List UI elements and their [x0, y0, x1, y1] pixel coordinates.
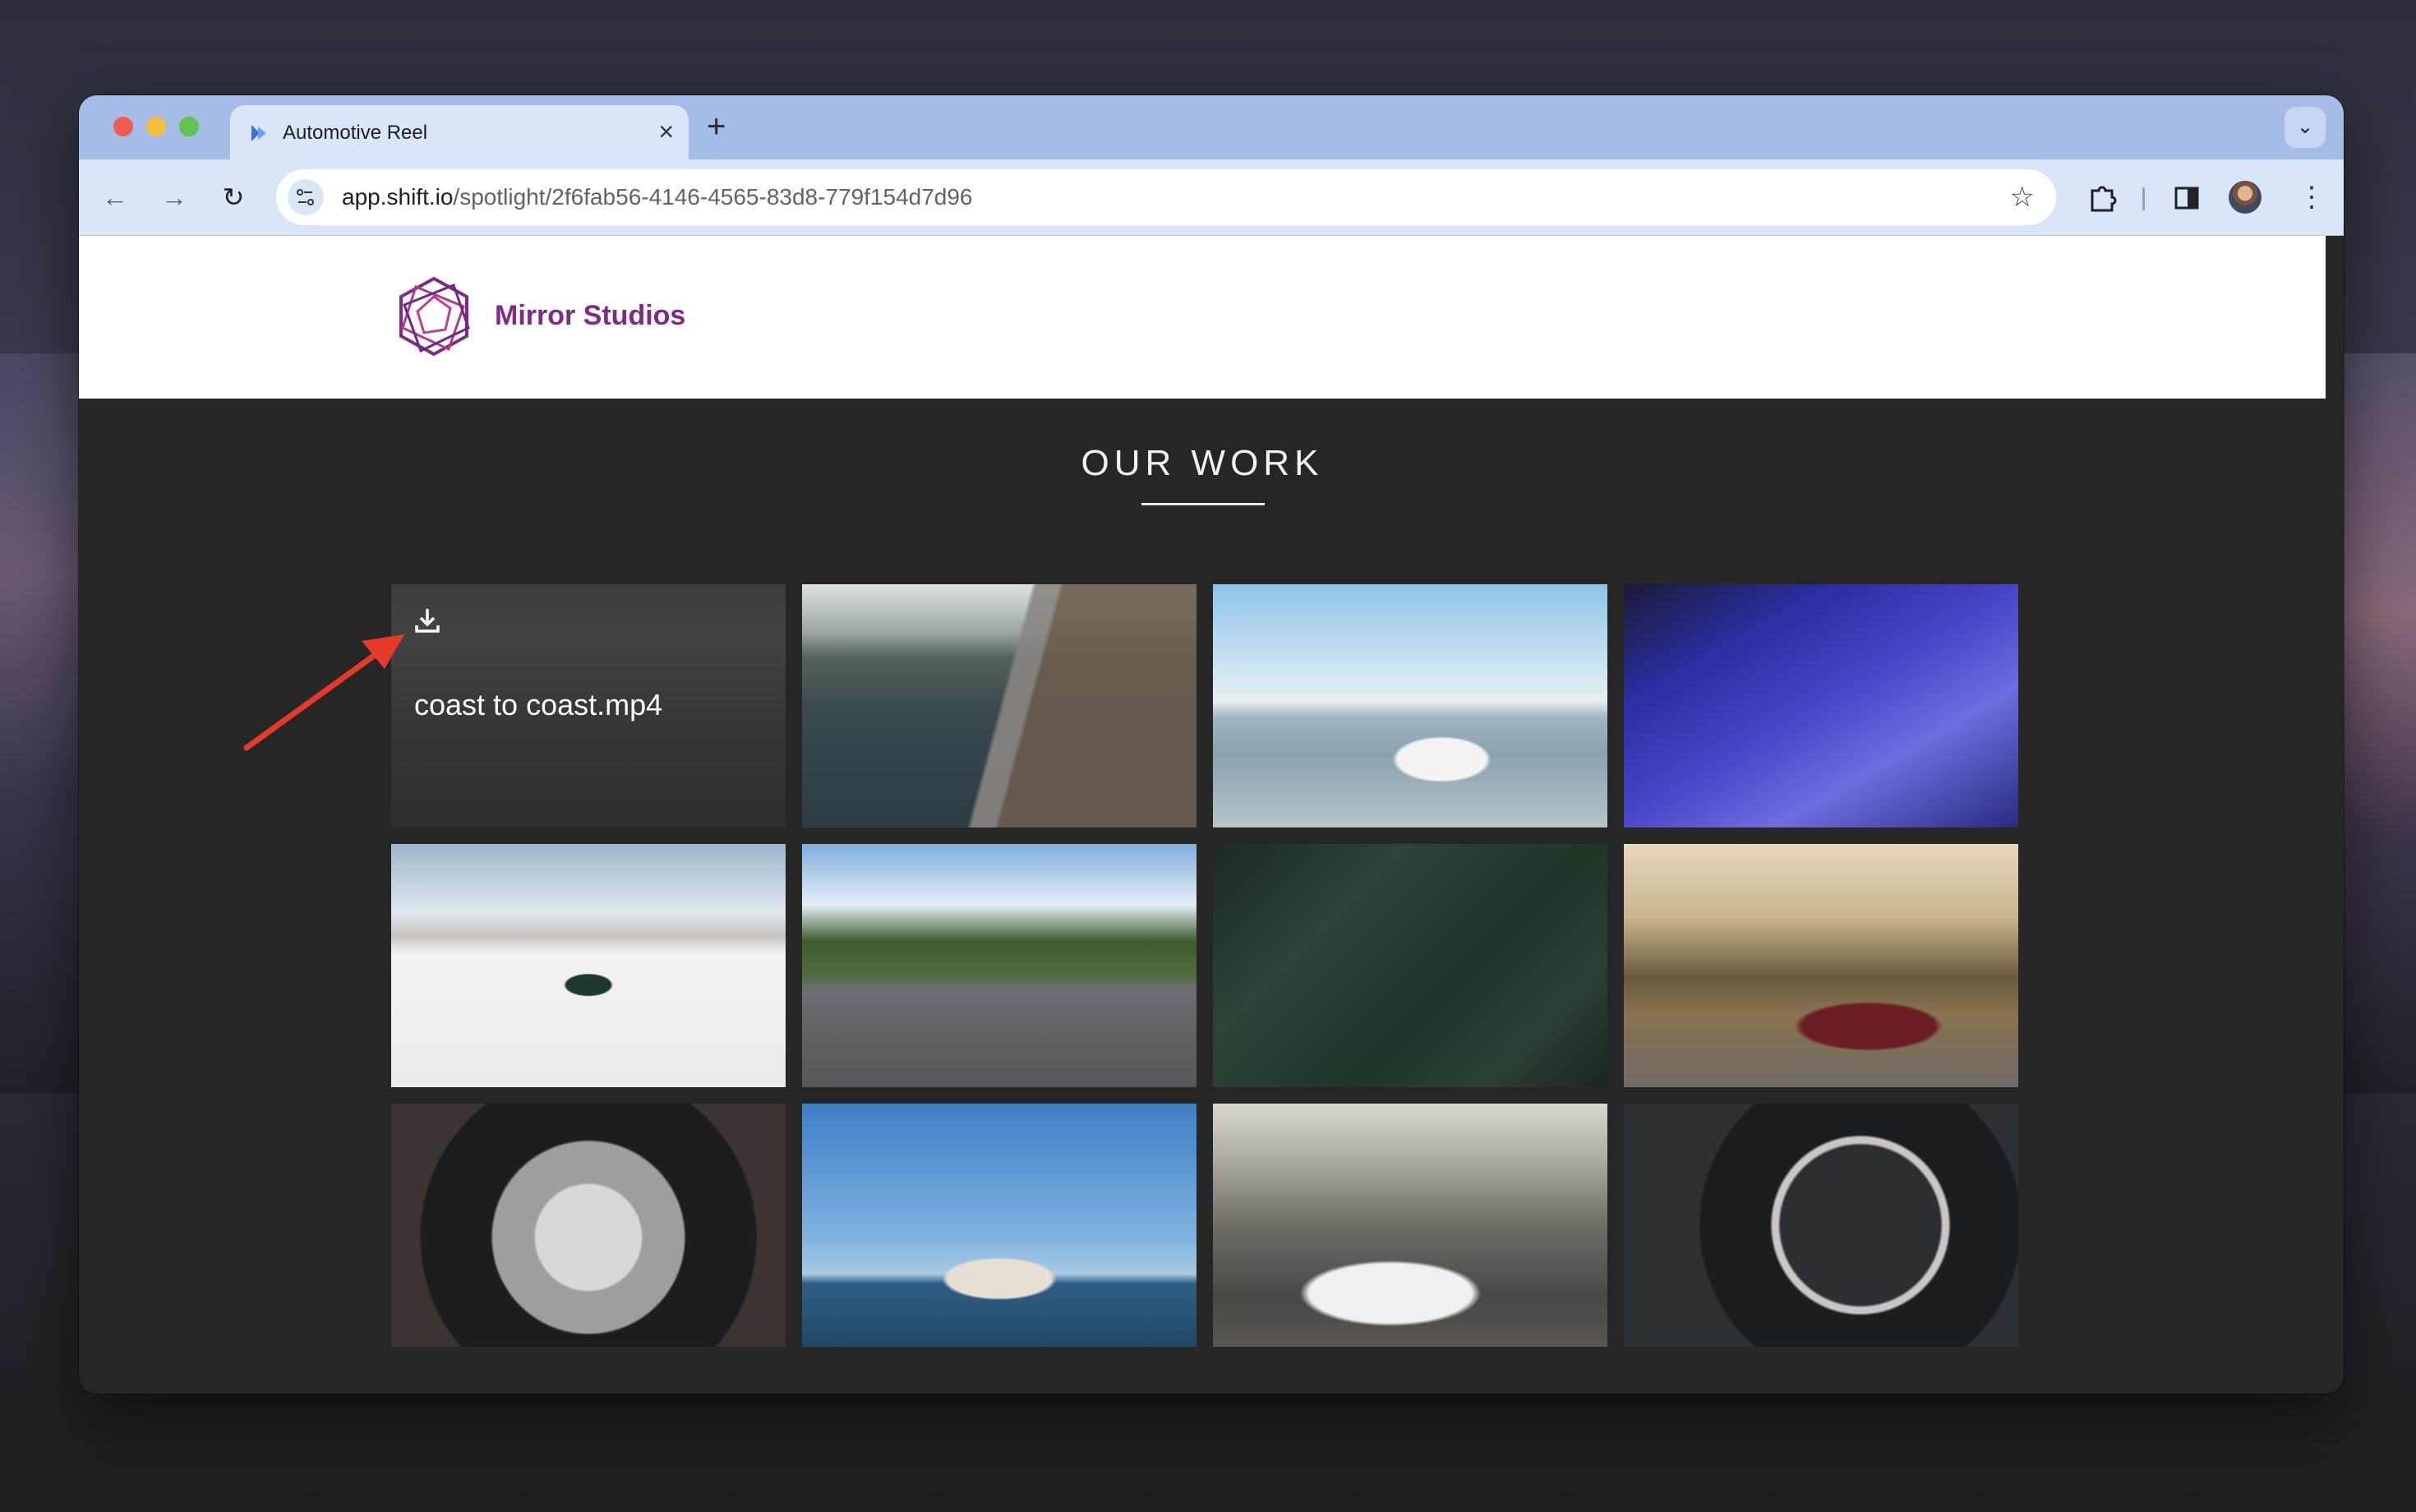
side-panel-icon[interactable]	[2168, 179, 2206, 217]
video-tile-hovered[interactable]: coast to coast.mp4	[391, 584, 786, 827]
site-header: Mirror Studios	[79, 236, 2326, 399]
tab-title: Automotive Reel	[283, 122, 428, 144]
more-menu-icon[interactable]: ⋮	[2298, 177, 2326, 217]
video-tile[interactable]	[1624, 844, 2018, 1087]
thumbnail	[1213, 844, 1607, 1087]
tab-close-icon[interactable]: ×	[658, 117, 674, 146]
tab-search-icon[interactable]: ⌄	[2285, 107, 2326, 148]
thumbnail-car	[391, 844, 786, 1087]
video-tile[interactable]	[1624, 1104, 2018, 1347]
section-title: OUR WORK	[1081, 443, 1324, 483]
video-file-name: coast to coast.mp4	[414, 688, 663, 721]
video-tile[interactable]	[391, 1104, 786, 1347]
thumbnail-car	[802, 1104, 1196, 1347]
zoom-window-button[interactable]	[179, 117, 199, 136]
back-icon[interactable]: ←	[95, 177, 135, 217]
video-tile[interactable]	[1213, 1104, 1607, 1347]
video-tile[interactable]	[802, 1104, 1196, 1347]
minimize-window-button[interactable]	[146, 117, 166, 136]
shift-favicon-icon	[251, 125, 266, 141]
video-tile[interactable]	[1213, 584, 1607, 827]
forward-icon[interactable]: →	[154, 177, 194, 217]
thumbnail-road	[802, 584, 1196, 827]
thumbnail	[1624, 1104, 2018, 1347]
video-tile[interactable]	[1624, 584, 2018, 827]
new-tab-button[interactable]: +	[707, 108, 726, 145]
video-tile[interactable]	[802, 844, 1196, 1087]
address-bar[interactable]: app.shift.io/spotlight/2f6fab56-4146-456…	[276, 169, 2056, 225]
url-text[interactable]: app.shift.io/spotlight/2f6fab56-4146-456…	[342, 184, 973, 210]
site-info-icon[interactable]	[288, 179, 324, 215]
video-tile[interactable]	[1213, 844, 1607, 1087]
thumbnail-car	[1213, 1104, 1607, 1347]
tab-strip: Automotive Reel × + ⌄	[79, 95, 2344, 159]
title-underline	[1141, 503, 1265, 505]
close-window-button[interactable]	[113, 117, 133, 136]
wallpaper-right	[2334, 353, 2416, 1093]
browser-window: Automotive Reel × + ⌄ ← → ↻ app.shift.io…	[79, 95, 2344, 1394]
profile-avatar[interactable]	[2229, 181, 2262, 214]
reload-icon[interactable]: ↻	[214, 177, 253, 217]
bookmark-star-icon[interactable]: ☆	[2010, 181, 2035, 214]
thumbnail	[1624, 584, 2018, 827]
browser-toolbar: ← → ↻ app.shift.io/spotlight/2f6fab56-41…	[79, 159, 2344, 236]
page-viewport: Mirror Studios OUR WORK coast to coast.m…	[79, 236, 2344, 1394]
brand-name[interactable]: Mirror Studios	[495, 300, 685, 332]
video-tile[interactable]	[802, 584, 1196, 827]
video-tile[interactable]	[391, 844, 786, 1087]
thumbnail	[802, 844, 1196, 1087]
download-icon[interactable]	[411, 604, 444, 637]
extensions-icon[interactable]	[2084, 179, 2122, 217]
tab-automotive-reel[interactable]: Automotive Reel ×	[230, 105, 689, 159]
wallpaper-left	[0, 353, 90, 1093]
toolbar-separator	[2142, 187, 2145, 210]
url-path: /spotlight/2f6fab56-4146-4565-83d8-779f1…	[453, 184, 973, 210]
url-host: app.shift.io	[342, 184, 454, 210]
thumbnail	[391, 1104, 786, 1347]
thumbnail-car	[1624, 844, 2018, 1087]
mirror-studios-logo-icon[interactable]	[396, 275, 472, 357]
thumbnail-buggy	[1213, 584, 1607, 827]
